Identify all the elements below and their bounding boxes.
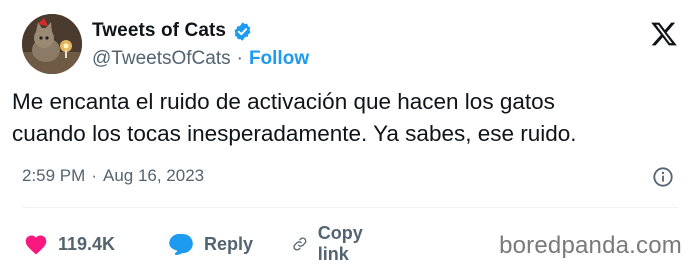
verified-badge-icon <box>234 21 251 41</box>
author-handle[interactable]: @TweetsOfCats <box>92 48 231 70</box>
divider <box>22 207 678 208</box>
tweet-card: Tweets of Cats @TweetsOfCats · Follow Me… <box>0 0 700 264</box>
reply-bubble-icon <box>169 234 193 255</box>
separator-dot: · <box>236 48 243 69</box>
tweet-text: Me encanta el ruido de activación que ha… <box>12 89 577 146</box>
author-display-name[interactable]: Tweets of Cats <box>92 20 226 42</box>
tweet-date: Aug 16, 2023 <box>102 166 205 185</box>
reply-button[interactable]: Reply <box>168 233 253 255</box>
tweet-timestamp[interactable]: 2:59 PM · Aug 16, 2023 <box>22 166 204 186</box>
link-icon <box>293 237 307 251</box>
like-button[interactable]: 119.4K <box>24 233 115 255</box>
like-count: 119.4K <box>58 233 116 254</box>
avatar[interactable] <box>22 14 82 74</box>
copy-link-button[interactable]: Copy link <box>292 223 371 265</box>
follow-button[interactable]: Follow <box>249 48 309 70</box>
cat-avatar-image <box>22 14 82 74</box>
separator-dot: · <box>91 166 97 185</box>
heart-icon <box>25 235 47 255</box>
author-name-row: Tweets of Cats <box>92 20 253 42</box>
copy-link-label: Copy link <box>317 223 363 264</box>
tweet-time: 2:59 PM <box>22 166 86 185</box>
info-icon[interactable] <box>652 166 674 188</box>
reply-label: Reply <box>204 233 254 254</box>
x-logo-icon[interactable] <box>650 20 678 48</box>
author-handle-row: @TweetsOfCats · Follow <box>92 48 309 70</box>
